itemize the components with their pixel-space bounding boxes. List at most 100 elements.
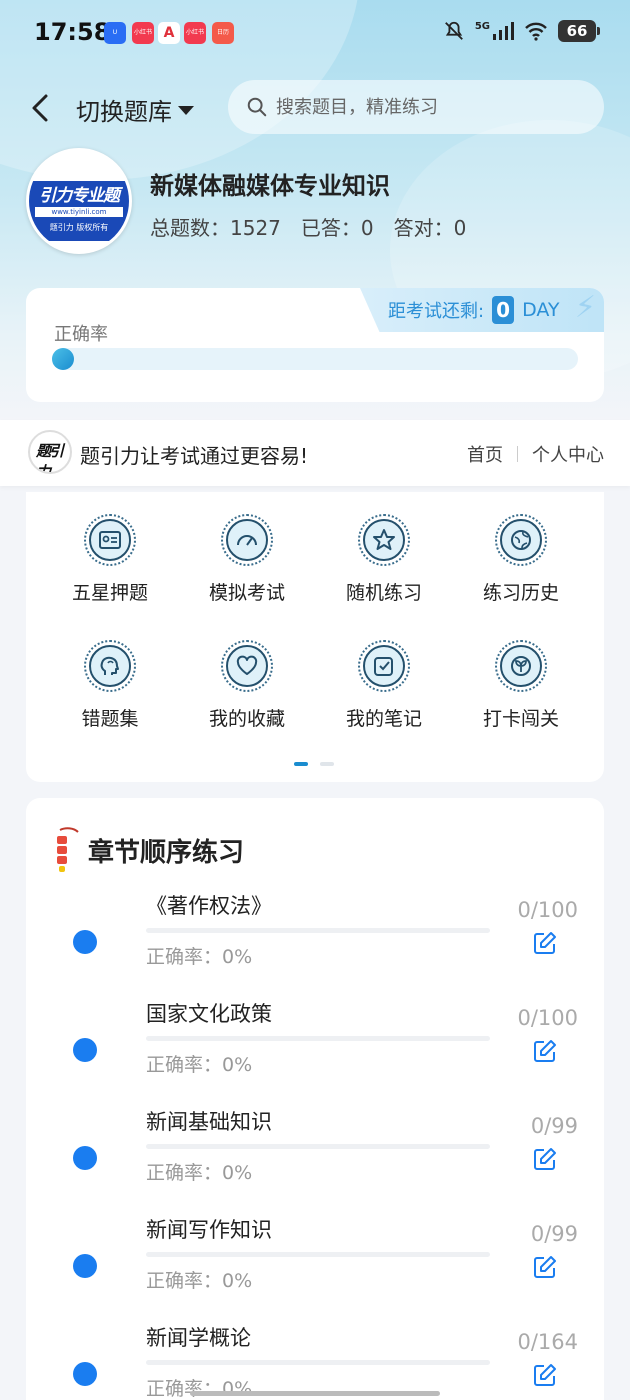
feature-random-practice[interactable]: 随机练习 (324, 514, 444, 605)
feature-mock-exam[interactable]: 模拟考试 (187, 514, 307, 605)
chapter-count: 0/100 (517, 898, 578, 922)
feature-label: 我的收藏 (208, 708, 285, 730)
brand-links: 首页 个人中心 (467, 441, 604, 467)
switch-bank-label: 切换题库 (76, 98, 172, 126)
feature-five-star[interactable]: 五星押题 (50, 514, 170, 605)
correct-count: 答对：0 (393, 216, 467, 240)
course-stats: 总题数：1527 已答：0 答对：0 (150, 212, 466, 241)
logo-copyright: 题引力 版权所有 (49, 223, 109, 232)
edit-icon[interactable] (532, 1362, 558, 1388)
chapter-dot (73, 1254, 97, 1278)
star-icon (373, 529, 395, 550)
page-dot (320, 762, 334, 766)
feature-wrong-set[interactable]: 错题集 (50, 640, 170, 731)
edit-icon[interactable] (532, 1254, 558, 1280)
answered-count: 已答：0 (300, 216, 374, 240)
countdown-label: 距考试还剩: (388, 301, 485, 322)
app-icon-xiaohongshu-2: 小红书 (184, 22, 206, 44)
app-icon-xiaohongshu: 小红书 (132, 22, 154, 44)
accuracy-progress-knob (52, 348, 74, 370)
brand-bar: 题引力 题引力让考试通过更容易! 首页 个人中心 (0, 420, 630, 486)
chapter-header: 章节顺序练习 (52, 826, 244, 874)
exam-countdown: 距考试还剩: 0 DAY ⚡ (360, 288, 604, 332)
chapter-count: 0/100 (517, 1006, 578, 1030)
countdown-days: 0 (492, 296, 515, 324)
feature-label: 随机练习 (345, 582, 422, 604)
chapter-progress (146, 1144, 490, 1149)
chapter-item[interactable]: 新闻写作知识 正确率：0% 0/99 (26, 1214, 604, 1322)
feature-label: 练习历史 (482, 582, 559, 604)
chapter-item[interactable]: 新闻学概论 正确率：0% 0/164 (26, 1322, 604, 1400)
chapter-name: 国家文化政策 (146, 1002, 272, 1026)
edit-icon[interactable] (532, 930, 558, 956)
home-indicator[interactable] (190, 1391, 440, 1396)
search-input[interactable] (276, 96, 576, 118)
chapter-practice-card: 章节顺序练习 《著作权法》 正确率：0% 0/100 国家文化政策 正确率：0%… (26, 798, 604, 1400)
course-logo: 引力专业题 www.tiyinli.com 题引力 版权所有 (26, 148, 132, 254)
chapter-count: 0/99 (530, 1222, 578, 1246)
chapter-progress (146, 1360, 490, 1365)
feature-label: 我的笔记 (345, 708, 422, 730)
feature-notes[interactable]: 我的笔记 (324, 640, 444, 731)
link-divider (517, 446, 518, 462)
chevron-left-icon (32, 94, 48, 122)
chapter-progress (146, 1036, 490, 1041)
search-bar[interactable] (228, 80, 604, 134)
wifi-icon (525, 22, 547, 41)
feature-label: 模拟考试 (208, 582, 285, 604)
accuracy-label: 正确率 (54, 324, 108, 345)
feature-label: 打卡闯关 (482, 708, 559, 730)
edit-icon[interactable] (532, 1038, 558, 1064)
chapter-item[interactable]: 新闻基础知识 正确率：0% 0/99 (26, 1106, 604, 1214)
feature-label: 五星押题 (71, 582, 148, 604)
chapter-dot (73, 930, 97, 954)
chapter-dot (73, 1146, 97, 1170)
logo-url: www.tiyinli.com (35, 207, 123, 217)
sprout-icon (511, 656, 531, 676)
feature-label: 错题集 (81, 708, 139, 730)
chapter-name: 新闻写作知识 (146, 1218, 272, 1242)
page-dot-active (294, 762, 308, 766)
firecracker-icon (57, 827, 79, 872)
chapter-title: 章节顺序练习 (88, 837, 245, 868)
course-title: 新媒体融媒体专业知识 (150, 172, 390, 200)
page-indicator (294, 762, 334, 766)
app-icon-a: A (158, 22, 180, 44)
profile-link[interactable]: 个人中心 (532, 441, 604, 467)
app-icon-u: U (104, 22, 126, 44)
back-button[interactable] (26, 90, 56, 126)
globe-icon (511, 530, 531, 550)
heart-icon (236, 655, 258, 675)
chapter-item[interactable]: 国家文化政策 正确率：0% 0/100 (26, 998, 604, 1106)
lightning-icon: ⚡ (574, 290, 596, 325)
caret-down-icon (178, 106, 194, 115)
logo-main-text: 引力专业题 (39, 186, 120, 206)
chapter-name: 新闻基础知识 (146, 1110, 272, 1134)
chapter-dot (73, 1038, 97, 1062)
countdown-day-word: DAY (522, 299, 560, 321)
chapter-dot (73, 1362, 97, 1386)
chapter-accuracy: 正确率：0% (146, 1378, 253, 1400)
accuracy-progress (52, 348, 578, 370)
chapter-count: 0/164 (517, 1330, 578, 1354)
feature-history[interactable]: 练习历史 (461, 514, 581, 605)
network-label: 5G (474, 20, 490, 32)
gauge-icon (237, 535, 257, 546)
chapter-accuracy: 正确率：0% (146, 946, 253, 968)
home-link[interactable]: 首页 (467, 441, 503, 467)
chapter-accuracy: 正确率：0% (146, 1054, 253, 1076)
chapter-name: 新闻学概论 (146, 1326, 251, 1350)
status-bar: 17:58 U 小红书 A 小红书 日历 5G 66 (0, 0, 630, 68)
mute-icon (444, 21, 463, 40)
switch-bank-button[interactable]: 切换题库 (76, 92, 194, 127)
feature-check-in[interactable]: 打卡闯关 (461, 640, 581, 731)
accuracy-card: 距考试还剩: 0 DAY ⚡ 正确率 (26, 288, 604, 402)
chapter-item[interactable]: 《著作权法》 正确率：0% 0/100 (26, 890, 604, 998)
chapter-name: 《著作权法》 (146, 894, 272, 918)
status-time: 17:58 (34, 18, 111, 46)
feature-favorites[interactable]: 我的收藏 (187, 640, 307, 731)
chapter-accuracy: 正确率：0% (146, 1270, 253, 1292)
total-count: 总题数：1527 (150, 216, 281, 240)
edit-icon[interactable] (532, 1146, 558, 1172)
chapter-progress (146, 1252, 490, 1257)
